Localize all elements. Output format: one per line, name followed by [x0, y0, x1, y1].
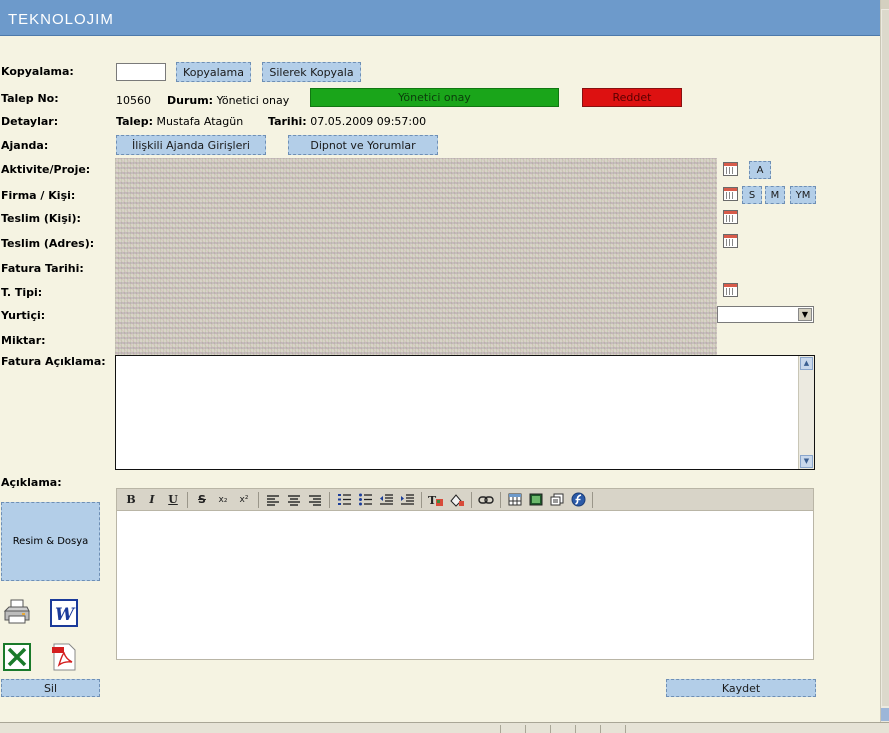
firma-calendar-icon[interactable] [723, 187, 738, 201]
app-logo: TEKNOLOJIM [8, 11, 114, 28]
unordered-list-icon[interactable] [355, 491, 375, 509]
italic-icon[interactable]: I [142, 491, 162, 509]
toolbar-separator [592, 491, 593, 508]
teslim-adres-label: Teslim (Adres): [1, 237, 95, 250]
status-bar [0, 722, 889, 733]
kopyalama-button[interactable]: Kopyalama [176, 62, 251, 82]
scroll-down-arrow[interactable] [881, 708, 889, 721]
fatura-tarihi-label: Fatura Tarihi: [1, 262, 84, 275]
durum-label: Durum: [167, 94, 214, 107]
talep-field: Talep: Mustafa Atagün [116, 115, 243, 128]
excel-export-icon[interactable] [3, 643, 31, 671]
subscript-icon[interactable]: x₂ [213, 491, 233, 509]
dipnot-yorumlar-button[interactable]: Dipnot ve Yorumlar [288, 135, 438, 155]
firma-ym-button[interactable]: YM [790, 186, 816, 204]
outdent-icon[interactable] [376, 491, 396, 509]
status-segment [625, 725, 640, 733]
teslim-kisi-label: Teslim (Kişi): [1, 212, 81, 225]
aktivite-label: Aktivite/Proje: [1, 163, 91, 176]
strikethrough-icon[interactable]: S [192, 491, 212, 509]
aciklama-editor[interactable] [116, 511, 814, 660]
text-color-icon[interactable]: T [426, 491, 446, 509]
detaylar-label: Detaylar: [1, 115, 59, 128]
page-scrollbar[interactable] [880, 0, 889, 722]
toolbar-separator [187, 491, 188, 508]
status-segment [600, 725, 620, 733]
toolbar-separator [329, 491, 330, 508]
teslim-kisi-calendar-icon[interactable] [723, 210, 738, 224]
status-segment [575, 725, 595, 733]
pdf-export-icon[interactable] [50, 643, 78, 671]
bold-icon[interactable]: B [121, 491, 141, 509]
durum-value: Yönetici onay [216, 94, 290, 107]
textarea-scrollbar[interactable]: ▲ ▼ [798, 356, 814, 469]
miktar-label: Miktar: [1, 334, 46, 347]
kopyalama-input[interactable] [116, 63, 166, 81]
app-header: TEKNOLOJIM [0, 0, 880, 36]
app-logo-text: TEKNOLOJIM [8, 11, 114, 28]
talep-no-label: Talep No: [1, 92, 59, 105]
word-export-icon[interactable]: W [50, 599, 78, 627]
svg-text:T: T [428, 494, 437, 507]
align-center-icon[interactable] [284, 491, 304, 509]
svg-text:W: W [55, 605, 76, 625]
chevron-down-icon[interactable]: ▼ [798, 308, 812, 321]
scroll-up-icon[interactable]: ▲ [800, 357, 813, 370]
status-segment [550, 725, 570, 733]
durum-field: Durum: Yönetici onay [167, 94, 289, 107]
ajanda-label: Ajanda: [1, 139, 49, 152]
scroll-down-icon[interactable]: ▼ [800, 455, 813, 468]
link-icon[interactable] [476, 491, 496, 509]
align-left-icon[interactable] [263, 491, 283, 509]
talep-no-value: 10560 [116, 94, 151, 107]
toolbar-separator [471, 491, 472, 508]
t-tipi-label: T. Tipi: [1, 286, 43, 299]
status-segment [500, 725, 520, 733]
firma-label: Firma / Kişi: [1, 189, 76, 202]
reject-button[interactable]: Reddet [582, 88, 682, 107]
fatura-aciklama-textarea[interactable]: ▲ ▼ [115, 355, 815, 470]
image-icon[interactable] [526, 491, 546, 509]
toolbar-separator [500, 491, 501, 508]
resim-dosya-button[interactable]: Resim & Dosya [1, 502, 100, 581]
fatura-aciklama-label: Fatura Açıklama: [1, 355, 106, 368]
aktivite-calendar-icon[interactable] [723, 162, 738, 176]
teslim-adres-calendar-icon[interactable] [723, 234, 738, 248]
ordered-list-icon[interactable] [334, 491, 354, 509]
yurtici-select[interactable]: ▼ [717, 306, 814, 323]
toolbar-separator [258, 491, 259, 508]
superscript-icon[interactable]: x² [234, 491, 254, 509]
background-color-icon[interactable] [447, 491, 467, 509]
t-tipi-calendar-icon[interactable] [723, 283, 738, 297]
editor-toolbar: B I U S x₂ x² T [116, 488, 814, 511]
tarihi-field: Tarihi: 07.05.2009 09:57:00 [268, 115, 426, 128]
iliskili-ajanda-button[interactable]: İlişkili Ajanda Girişleri [116, 135, 266, 155]
kopyalama-label: Kopyalama: [1, 65, 74, 78]
print-icon[interactable] [3, 598, 31, 626]
talep-value: Mustafa Atagün [156, 115, 244, 128]
talep-label: Talep: [116, 115, 154, 128]
firma-m-button[interactable]: M [765, 186, 785, 204]
scrollbar-thumb[interactable] [882, 10, 889, 706]
yurtici-label: Yurtiçi: [1, 309, 46, 322]
sil-button[interactable]: Sil [1, 679, 100, 697]
underline-icon[interactable]: U [163, 491, 183, 509]
tarihi-value: 07.05.2009 09:57:00 [310, 115, 427, 128]
aktivite-a-button[interactable]: A [749, 161, 771, 179]
scroll-up-arrow[interactable] [881, 0, 889, 9]
aciklama-label: Açıklama: [1, 476, 62, 489]
firma-s-button[interactable]: S [742, 186, 762, 204]
template-icon[interactable] [547, 491, 567, 509]
silerek-kopyala-button[interactable]: Silerek Kopyala [262, 62, 361, 82]
toolbar-separator [421, 491, 422, 508]
kaydet-button[interactable]: Kaydet [666, 679, 816, 697]
redacted-form-area [115, 158, 717, 369]
status-segment [525, 725, 545, 733]
tarihi-label: Tarihi: [268, 115, 307, 128]
indent-icon[interactable] [397, 491, 417, 509]
align-right-icon[interactable] [305, 491, 325, 509]
table-icon[interactable] [505, 491, 525, 509]
approve-button[interactable]: Yönetici onay [310, 88, 559, 107]
flash-icon[interactable] [568, 491, 588, 509]
